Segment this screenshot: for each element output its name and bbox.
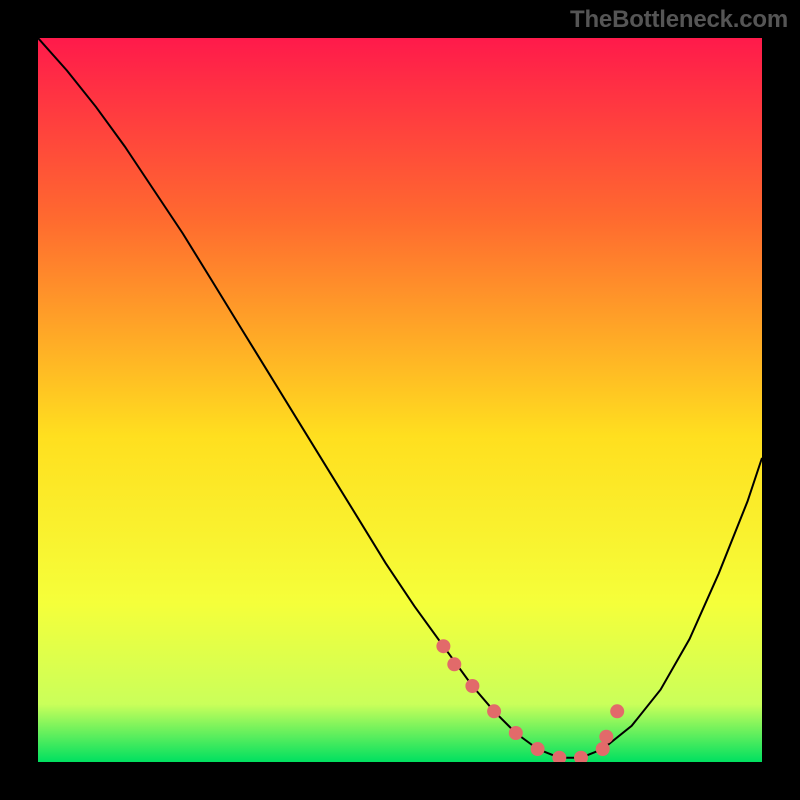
plot-area <box>38 38 762 762</box>
marker-dot <box>610 704 624 718</box>
plot-background <box>38 38 762 762</box>
marker-dot <box>436 639 450 653</box>
marker-dot <box>596 742 610 756</box>
marker-dot <box>509 726 523 740</box>
chart-svg <box>38 38 762 762</box>
marker-dot <box>465 679 479 693</box>
chart-frame: TheBottleneck.com <box>0 0 800 800</box>
marker-dot <box>447 657 461 671</box>
marker-dot <box>531 742 545 756</box>
watermark-text: TheBottleneck.com <box>570 6 788 34</box>
marker-dot <box>487 704 501 718</box>
marker-dot <box>599 730 613 744</box>
